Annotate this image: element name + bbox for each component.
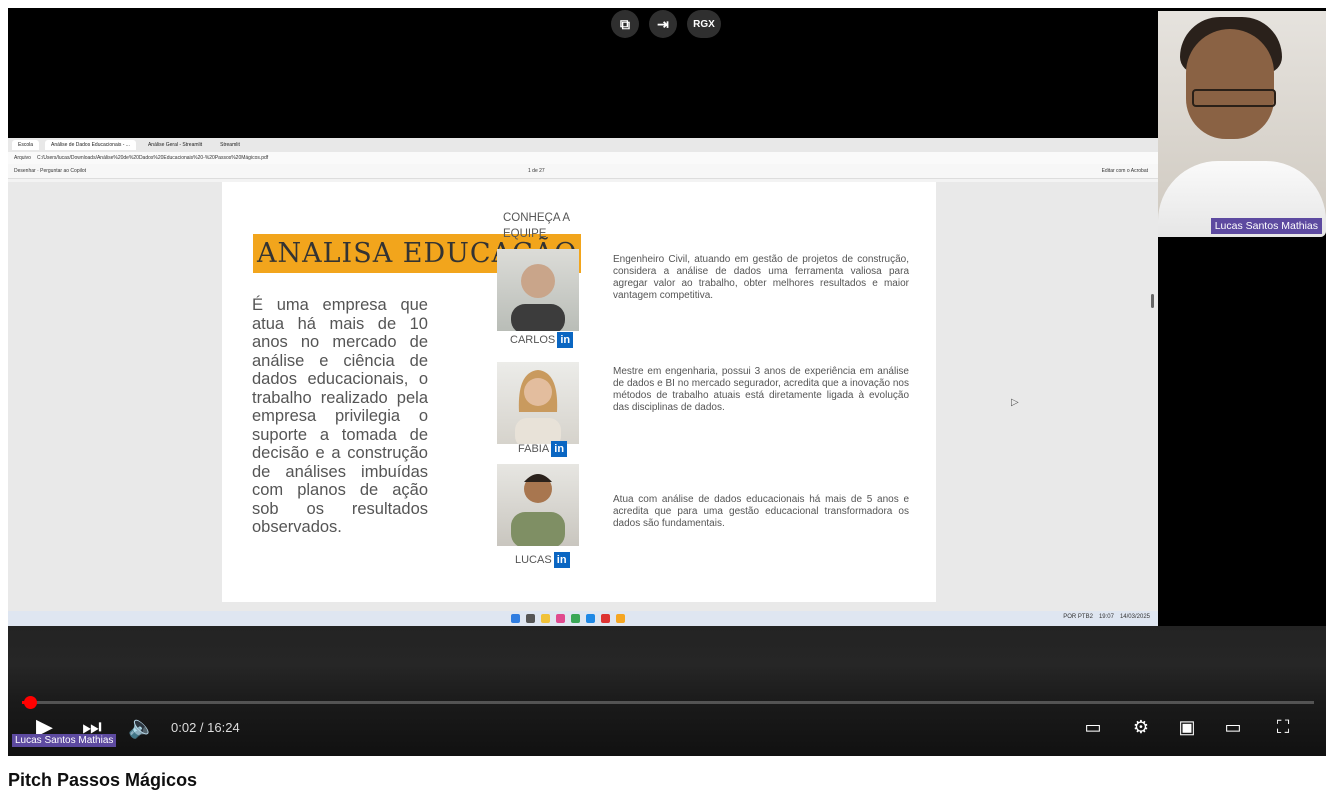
clock-date[interactable]: 14/03/2025 (1120, 614, 1150, 620)
tab-pdf[interactable]: Análise de Dados Educacionais - ... (45, 140, 136, 150)
screen-share-toolbar: ⧉ ⇥ RGX (611, 10, 721, 38)
fullscreen-icon[interactable]: ⛶ (1272, 717, 1294, 737)
folder-icon[interactable] (541, 614, 550, 623)
edge-icon[interactable] (586, 614, 595, 623)
windows-taskbar: POR PTB2 19:07 14/03/2025 (8, 611, 1158, 626)
miniplayer-icon[interactable]: ▣ (1176, 717, 1198, 737)
app-icon[interactable] (556, 614, 565, 623)
bio-fabia: Mestre em engenharia, possui 3 anos de e… (613, 366, 909, 413)
linkedin-icon[interactable]: in (553, 552, 570, 568)
pdf-toolbar: Desenhar · Perguntar ao Copilot 1 de 27 … (8, 164, 1158, 179)
subtitles-icon[interactable]: ▭ (1082, 717, 1104, 737)
start-icon[interactable] (511, 614, 520, 623)
tab-streamlit[interactable]: Streamlit (214, 140, 246, 150)
app-icon[interactable] (616, 614, 625, 623)
member-name-carlos: CARLOS in (510, 332, 574, 348)
scrollbar[interactable] (1151, 294, 1154, 308)
photo-carlos (497, 249, 579, 331)
chrome-icon[interactable] (571, 614, 580, 623)
webcam-person-face (1186, 29, 1274, 139)
page-indicator[interactable]: 1 de 27 (528, 168, 545, 174)
clock-time[interactable]: 19:07 (1099, 614, 1114, 620)
browser-tabbar: Escola Análise de Dados Educacionais - .… (8, 138, 1158, 152)
shared-screen: Escola Análise de Dados Educacionais - .… (8, 138, 1158, 626)
video-title: Pitch Passos Mágicos (8, 770, 198, 790)
search-icon[interactable] (526, 614, 535, 623)
company-description: É uma empresa que atua há mais de 10 ano… (252, 296, 428, 536)
pdf-page: ANALISA EDUCAÇÃO É uma empresa que atua … (222, 182, 936, 602)
app-icon[interactable] (601, 614, 610, 623)
bio-lucas: Atua com análise de dados educacionais h… (613, 494, 909, 529)
system-tray: POR PTB2 19:07 14/03/2025 (1063, 614, 1150, 620)
pdf-viewer[interactable]: ANALISA EDUCAÇÃO É uma empresa que atua … (8, 182, 1158, 611)
player-controls: ▶ ⏭ 🔈 0:02 / 16:24 Lucas Santos Mathias … (8, 708, 1326, 748)
address-url[interactable]: C:/Users/lucas/Downloads/Análise%20de%20… (37, 155, 268, 161)
edit-acrobat-button[interactable]: Editar com o Acrobat (1102, 168, 1148, 174)
address-prefix: Arquivo (14, 155, 31, 161)
member-name-fabia: FABIA in (518, 441, 568, 457)
time-display: 0:02 / 16:24 (171, 720, 240, 735)
language-indicator[interactable]: POR PTB2 (1063, 614, 1093, 620)
photo-fabia (497, 362, 579, 444)
linkedin-icon[interactable]: in (551, 441, 568, 457)
video-player[interactable]: ⧉ ⇥ RGX Escola Análise de Dados Educacio… (8, 8, 1326, 756)
exit-share-icon[interactable]: ⇥ (649, 10, 677, 38)
theater-mode-icon[interactable]: ▭ (1222, 717, 1244, 737)
speaker-name-tag: Lucas Santos Mathias (12, 734, 117, 747)
progress-bar[interactable] (22, 696, 1314, 709)
volume-icon[interactable]: 🔈 (128, 714, 155, 740)
profile-button[interactable]: Escola (12, 140, 40, 150)
member-name-lucas: LUCAS in (515, 552, 570, 568)
tab-analise-geral[interactable]: Análise Geral - Streamlit (142, 140, 208, 150)
webcam-glasses (1192, 89, 1276, 107)
taskbar-apps (511, 614, 625, 623)
address-bar[interactable]: Arquivo C:/Users/lucas/Downloads/Análise… (8, 152, 1158, 164)
popout-icon[interactable]: ⧉ (611, 10, 639, 38)
team-heading: CONHEÇA A EQUIPE (503, 212, 570, 240)
rgx-badge[interactable]: RGX (687, 10, 721, 38)
settings-gear-icon[interactable]: ⚙ (1130, 717, 1152, 737)
webcam-overlay: Lucas Santos Mathias (1158, 11, 1326, 237)
linkedin-icon[interactable]: in (557, 332, 574, 348)
webcam-name-tag: Lucas Santos Mathias (1210, 218, 1322, 234)
photo-lucas (497, 464, 579, 546)
mouse-cursor-icon: ▷ (1011, 397, 1019, 408)
pdf-toolbar-left[interactable]: Desenhar · Perguntar ao Copilot (14, 168, 86, 174)
bio-carlos: Engenheiro Civil, atuando em gestão de p… (613, 254, 909, 301)
